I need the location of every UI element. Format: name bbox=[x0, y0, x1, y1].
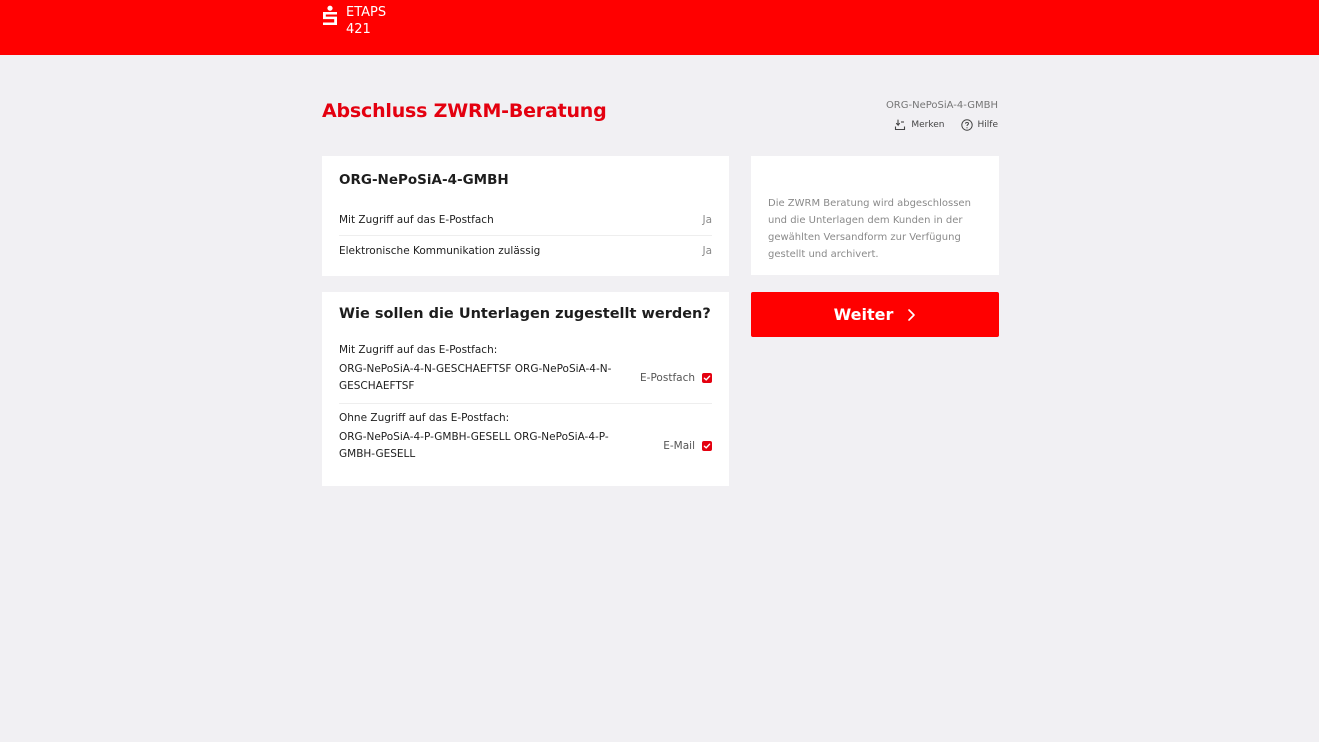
email-option[interactable]: E-Mail bbox=[663, 440, 712, 452]
delivery-group-email: Ohne Zugriff auf das E-Postfach: ORG-NeP… bbox=[339, 403, 712, 471]
delivery-recipients: ORG-NePoSiA-4-P-GMBH-GESELL ORG-NePoSiA-… bbox=[339, 431, 609, 460]
delivery-card: Wie sollen die Unterlagen zugestellt wer… bbox=[322, 292, 729, 486]
info-card-title: ORG-NePoSiA-4-GMBH bbox=[339, 172, 509, 188]
email-checkbox[interactable] bbox=[702, 441, 712, 451]
info-row-label: Mit Zugriff auf das E-Postfach bbox=[339, 214, 494, 226]
chevron-right-icon bbox=[908, 308, 916, 321]
page-tools: Merken Hilfe bbox=[894, 119, 998, 131]
info-row-label: Elektronische Kommunikation zulässig bbox=[339, 244, 541, 257]
info-row-value: Ja bbox=[702, 244, 712, 257]
check-icon bbox=[703, 375, 711, 381]
app-number: 421 bbox=[346, 22, 371, 37]
check-icon bbox=[703, 443, 711, 449]
app-name: ETAPS bbox=[346, 5, 387, 20]
epostfach-option[interactable]: E-Postfach bbox=[640, 372, 712, 384]
option-label: E-Postfach bbox=[640, 372, 695, 384]
info-note-card: Die ZWRM Beratung wird abgeschlossen und… bbox=[751, 156, 999, 275]
delivery-group-label: Mit Zugriff auf das E-Postfach: bbox=[339, 344, 498, 356]
help-button[interactable]: Hilfe bbox=[960, 119, 998, 131]
option-label: E-Mail bbox=[663, 440, 695, 452]
remember-button[interactable]: Merken bbox=[894, 119, 945, 131]
top-bar: ETAPS 421 bbox=[0, 0, 1319, 55]
help-circle-icon bbox=[960, 119, 973, 131]
info-row: Elektronische Kommunikation zulässig Ja bbox=[339, 235, 712, 265]
remember-label: Merken bbox=[911, 120, 945, 130]
delivery-card-title: Wie sollen die Unterlagen zugestellt wer… bbox=[339, 306, 711, 322]
customer-info-card: ORG-NePoSiA-4-GMBH Mit Zugriff auf das E… bbox=[322, 156, 729, 276]
page-title: Abschluss ZWRM-Beratung bbox=[322, 100, 607, 122]
sparkasse-logo-icon bbox=[323, 5, 337, 25]
customer-name: ORG-NePoSiA-4-GMBH bbox=[885, 100, 998, 111]
delivery-group-label: Ohne Zugriff auf das E-Postfach: bbox=[339, 412, 510, 424]
delivery-group-epostfach: Mit Zugriff auf das E-Postfach: ORG-NePo… bbox=[339, 344, 712, 403]
delivery-recipients: ORG-NePoSiA-4-N-GESCHAEFTSF ORG-NePoSiA-… bbox=[339, 363, 612, 392]
info-row: Mit Zugriff auf das E-Postfach Ja bbox=[339, 205, 712, 235]
next-button[interactable]: Weiter bbox=[751, 292, 999, 337]
bookmark-download-icon bbox=[895, 119, 906, 131]
info-note-text: Die ZWRM Beratung wird abgeschlossen und… bbox=[768, 198, 971, 260]
info-row-value: Ja bbox=[702, 214, 712, 226]
next-button-label: Weiter bbox=[833, 305, 894, 324]
epostfach-checkbox[interactable] bbox=[702, 373, 712, 383]
help-label: Hilfe bbox=[977, 120, 998, 130]
brand[interactable]: ETAPS 421 bbox=[322, 4, 386, 38]
